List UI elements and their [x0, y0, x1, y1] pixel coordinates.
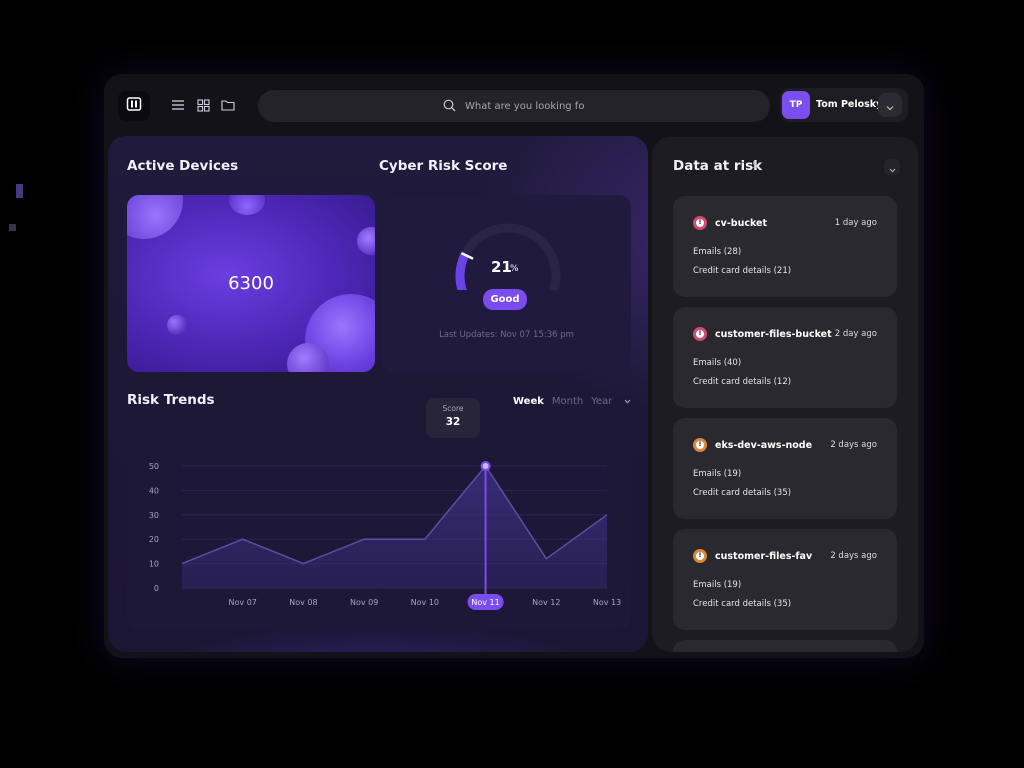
grid-icon[interactable]: [194, 96, 212, 114]
item-credit-cards: Credit card details (35): [693, 599, 792, 609]
data-at-risk-dropdown-button[interactable]: [884, 159, 900, 175]
decorative-sphere: [357, 227, 375, 255]
alert-icon: !: [693, 438, 707, 452]
alert-icon: !: [693, 549, 707, 563]
item-time: 1 day ago: [834, 218, 877, 228]
overview-panel: Active Devices Cyber Risk Score 6300 21 …: [108, 136, 648, 652]
tab-month[interactable]: Month: [552, 396, 583, 407]
item-emails: Emails (40): [693, 358, 742, 368]
avatar[interactable]: TP: [782, 91, 810, 119]
x-tick-label: Nov 07: [229, 598, 257, 607]
chevron-down-icon: [886, 96, 894, 115]
list-item[interactable]: ! customer-files-fav 2 days ago Emails (…: [673, 529, 897, 630]
menu-icon[interactable]: [169, 96, 187, 114]
chart-tooltip: Score 32: [426, 398, 480, 438]
highlight-point: [480, 461, 491, 471]
tooltip-label: Score: [442, 404, 464, 413]
decorative-sphere: [127, 195, 183, 239]
y-tick-label: 20: [149, 535, 159, 544]
risk-gauge: [455, 223, 561, 290]
item-credit-cards: Credit card details (35): [693, 488, 792, 498]
item-emails: Emails (19): [693, 580, 742, 590]
y-tick-label: 30: [149, 511, 159, 520]
risk-score-unit: %: [510, 264, 519, 274]
item-name: eks-dev-aws-node: [715, 440, 813, 451]
alert-icon: !: [693, 216, 707, 230]
data-at-risk-count: 5: [752, 161, 758, 171]
risk-trends-chart: 0 10 20 30 40 50 Nov 07 Nov 08 Nov 09 Nov 10 Nov 1…: [127, 430, 631, 630]
active-devices-card[interactable]: 6300: [127, 195, 375, 372]
y-tick-label: 40: [149, 486, 159, 495]
user-dropdown-button[interactable]: [878, 93, 902, 117]
y-tick-label: 10: [149, 560, 159, 569]
item-emails: Emails (19): [693, 469, 742, 479]
x-tick-label: Nov 13: [593, 598, 621, 607]
item-name: customer-files-fav: [715, 551, 813, 562]
user-name: Tom Pelosky: [816, 99, 883, 110]
folder-icon[interactable]: [219, 96, 237, 114]
last-update-text: Last Updates: Nov 07 15:36 pm: [439, 330, 574, 340]
top-bar: TP Tom Pelosky: [104, 74, 924, 138]
active-devices-value: 6300: [228, 273, 274, 294]
risk-trends-title: Risk Trends: [127, 392, 215, 408]
tooltip-value: 32: [445, 416, 461, 428]
area-fill: [182, 466, 607, 588]
logo-icon: [126, 96, 142, 116]
range-tabs: Week Month Year: [513, 394, 634, 408]
y-tick-label: 0: [154, 584, 159, 593]
cyber-risk-card[interactable]: 21 % Good Last Updates: Nov 07 15:36 pm: [382, 195, 631, 372]
item-name: customer-files-bucket: [715, 329, 832, 340]
decorative-block: [9, 224, 16, 231]
item-emails: Emails (28): [693, 247, 742, 257]
logo-button[interactable]: [118, 91, 150, 121]
risk-score-value: 21: [491, 258, 512, 276]
status-badge: Good: [483, 289, 527, 310]
decorative-block: [16, 184, 23, 198]
app-window: TP Tom Pelosky Active Devices Cyber Risk…: [104, 74, 924, 658]
x-tick-label: Nov 09: [350, 598, 378, 607]
item-credit-cards: Credit card details (12): [693, 377, 792, 387]
y-tick-label: 50: [149, 462, 159, 471]
item-credit-cards: Credit card details (21): [693, 266, 792, 276]
x-tick-label: Nov 10: [411, 598, 439, 607]
search-icon: [443, 97, 456, 116]
user-menu[interactable]: TP Tom Pelosky: [780, 88, 908, 122]
item-time: 2 days ago: [830, 551, 877, 561]
list-item[interactable]: ! customer-files-bucket 2 day ago Emails…: [673, 307, 897, 408]
data-at-risk-title: Data at risk: [673, 158, 763, 174]
tab-week[interactable]: Week: [513, 396, 544, 407]
range-dropdown-button[interactable]: [620, 394, 634, 408]
gauge-fill: [455, 252, 470, 290]
search-bar[interactable]: [258, 90, 770, 122]
list-item[interactable]: [673, 640, 897, 652]
decorative-sphere: [229, 195, 265, 215]
item-name: cv-bucket: [715, 218, 768, 229]
x-tick-label: Nov 08: [289, 598, 317, 607]
list-item[interactable]: ! cv-bucket 1 day ago Emails (28) Credit…: [673, 196, 897, 297]
cyber-risk-title: Cyber Risk Score: [379, 158, 508, 174]
active-devices-title: Active Devices: [127, 158, 239, 174]
alert-icon: !: [693, 327, 707, 341]
risk-list: ! cv-bucket 1 day ago Emails (28) Credit…: [673, 196, 897, 652]
chevron-down-icon: [889, 158, 896, 177]
chart-svg: 0 10 20 30 40 50 Nov 07 Nov 08 Nov 09 Nov 10 Nov 1…: [149, 461, 621, 610]
decorative-sphere: [167, 315, 187, 335]
x-tick-label: Nov 11: [471, 598, 499, 607]
list-item[interactable]: ! eks-dev-aws-node 2 days ago Emails (19…: [673, 418, 897, 519]
data-at-risk-panel: Data at risk 5 ! cv-bucket 1 day ago Ema…: [652, 137, 918, 652]
item-time: 2 day ago: [834, 329, 877, 339]
x-tick-label: Nov 12: [532, 598, 560, 607]
search-input[interactable]: [465, 100, 585, 112]
tab-year[interactable]: Year: [591, 396, 612, 407]
item-time: 2 days ago: [830, 440, 877, 450]
